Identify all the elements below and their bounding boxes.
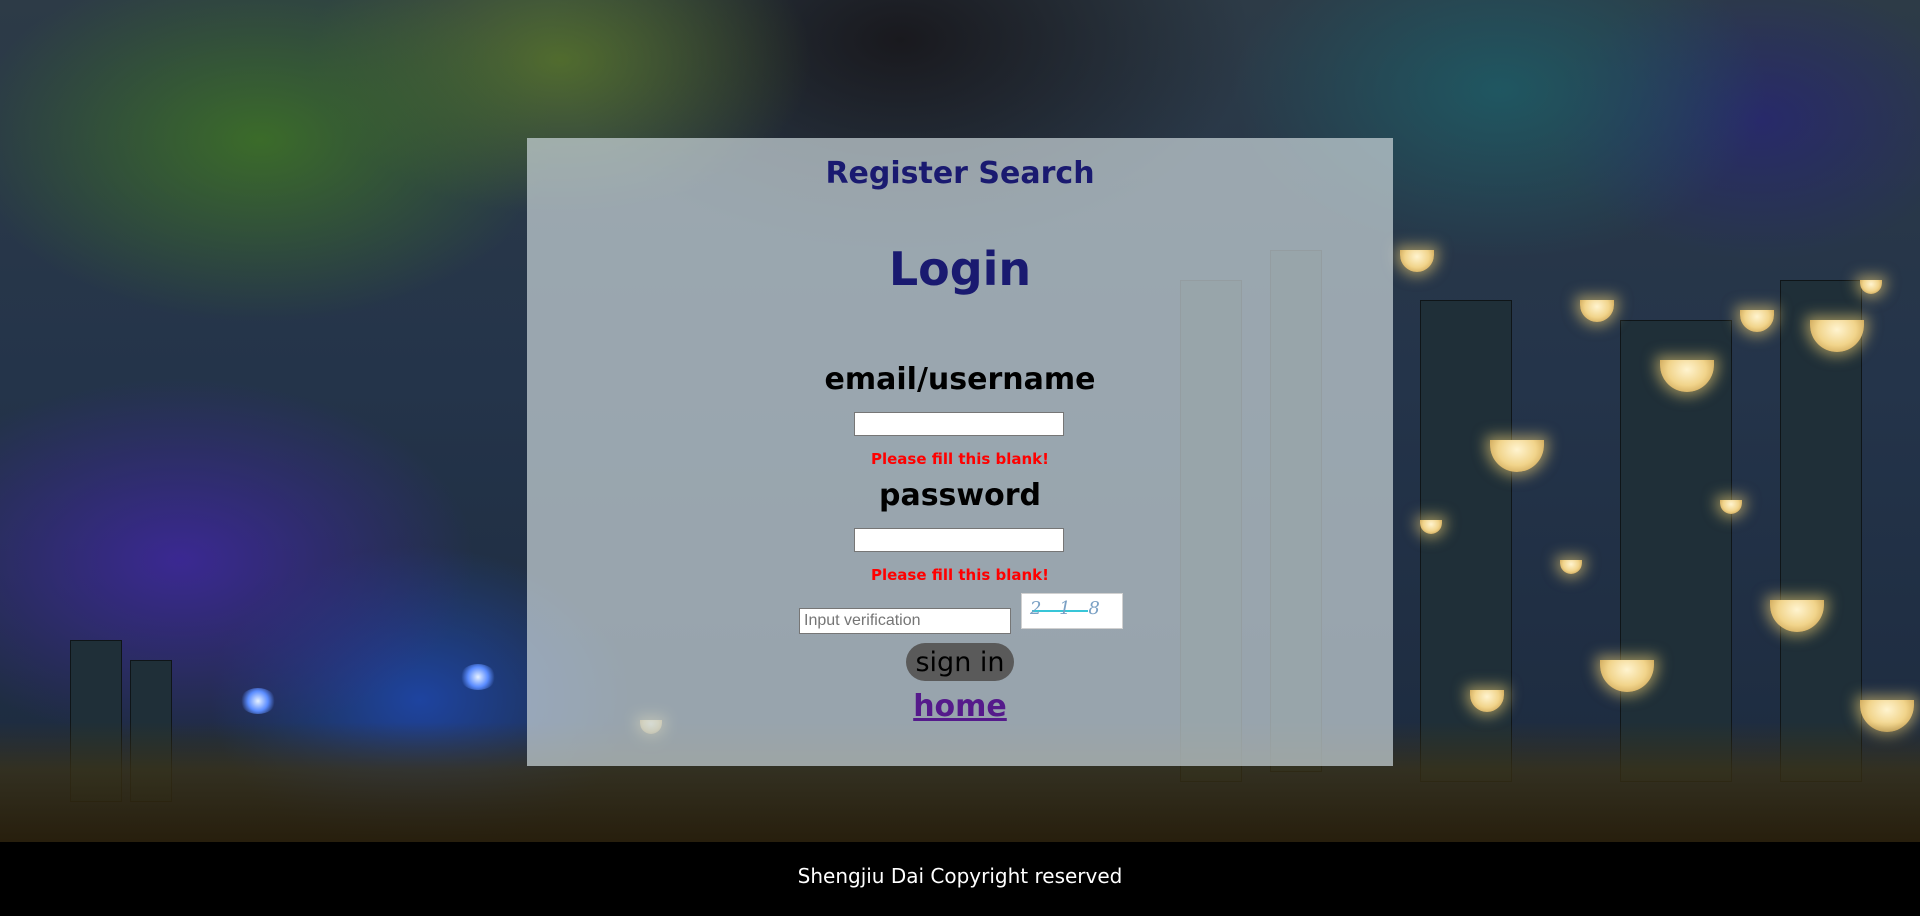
blue-light: [240, 688, 276, 714]
site-title: Register Search: [825, 156, 1095, 191]
username-input[interactable]: [854, 412, 1064, 436]
username-error: Please fill this blank!: [870, 450, 1049, 468]
verification-input[interactable]: [799, 608, 1011, 634]
sign-in-button[interactable]: sign in: [906, 643, 1014, 681]
lamp-light: [1560, 560, 1582, 574]
lamp-light: [1860, 280, 1882, 294]
username-label: email/username: [824, 362, 1096, 397]
blue-light: [460, 664, 496, 690]
captcha-text: 2 1 8: [1030, 598, 1106, 619]
footer: Shengjiu Dai Copyright reserved: [0, 842, 1920, 916]
password-error: Please fill this blank!: [870, 566, 1049, 584]
building-silhouette: [1780, 280, 1862, 782]
password-label: password: [878, 478, 1042, 513]
copyright-text: Shengjiu Dai Copyright reserved: [797, 864, 1123, 888]
lamp-light: [1740, 310, 1774, 332]
captcha-image[interactable]: 2 1 8: [1021, 593, 1123, 629]
home-link[interactable]: home: [527, 689, 1393, 724]
lamp-light: [1400, 250, 1434, 272]
building-silhouette: [1420, 300, 1512, 782]
login-panel: Register Search Login email/username Ple…: [527, 138, 1393, 766]
page-title: Login: [888, 242, 1032, 296]
lamp-light: [1580, 300, 1614, 322]
password-input[interactable]: [854, 528, 1064, 552]
